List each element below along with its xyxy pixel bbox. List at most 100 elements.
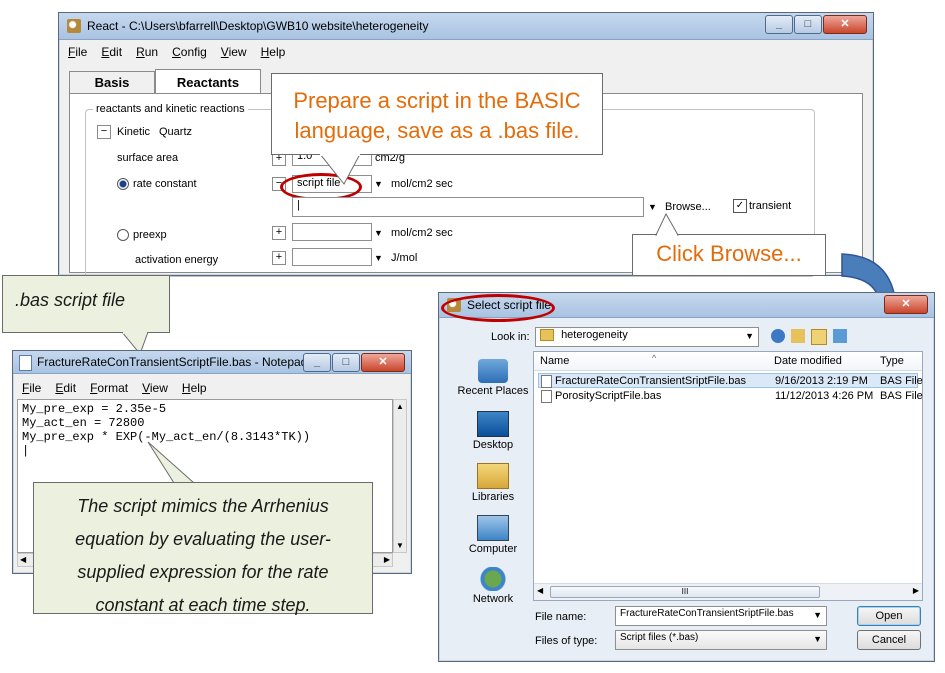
menu-edit[interactable]: Edit xyxy=(94,43,129,61)
notepad-app-icon xyxy=(19,355,32,371)
preexp-plus-button[interactable]: + xyxy=(272,226,286,240)
menu-file[interactable]: File xyxy=(61,43,94,61)
minimize-button[interactable]: _ xyxy=(765,15,793,34)
column-name[interactable]: Name xyxy=(540,355,569,367)
react-window-title: React - C:\Users\bfarrell\Desktop\GWB10 … xyxy=(87,19,429,33)
scroll-thumb[interactable]: III xyxy=(550,586,820,598)
text-cursor: | xyxy=(22,444,30,458)
place-libraries-label: Libraries xyxy=(471,491,515,503)
dialog-close-button[interactable]: ✕ xyxy=(884,295,928,314)
preexp-radio[interactable] xyxy=(117,229,129,241)
scroll-down-icon[interactable]: ▼ xyxy=(396,541,404,550)
files-of-type-select[interactable]: Script files (*.bas) ▼ xyxy=(615,630,827,650)
activation-energy-label: activation energy xyxy=(135,254,219,266)
look-in-label: Look in: xyxy=(491,331,530,343)
file-list[interactable]: Name ^ Date modified Type FractureRateCo… xyxy=(533,351,923,601)
file-name-input[interactable]: FractureRateConTransientSriptFile.bas ▼ xyxy=(615,606,827,626)
place-computer-label: Computer xyxy=(468,543,518,555)
collapse-kinetic-button[interactable]: − xyxy=(97,125,111,139)
notepad-menu-format[interactable]: Format xyxy=(83,379,135,397)
notepad-minimize-button[interactable]: _ xyxy=(303,353,331,372)
menu-config[interactable]: Config xyxy=(165,43,214,61)
menu-run[interactable]: Run xyxy=(129,43,165,61)
table-row[interactable]: FractureRateConTransientSriptFile.bas 9/… xyxy=(538,373,923,388)
scroll-right-icon[interactable]: ▶ xyxy=(913,586,919,595)
open-button-label: Open xyxy=(875,610,903,622)
notepad-menubar: File Edit Format View Help xyxy=(15,379,409,397)
file-type-cell: BAS File xyxy=(880,390,923,402)
code-line: My_act_en = 72800 xyxy=(22,416,145,430)
new-folder-icon[interactable] xyxy=(811,329,827,345)
desktop-icon xyxy=(477,411,509,437)
rate-constant-radio[interactable] xyxy=(117,178,129,190)
mimics-note-pointer xyxy=(147,441,196,484)
view-menu-icon[interactable] xyxy=(833,329,847,343)
notepad-menu-edit[interactable]: Edit xyxy=(48,379,83,397)
file-name-dropdown-icon[interactable]: ▼ xyxy=(813,610,822,620)
prepare-script-pointer xyxy=(319,154,361,185)
menu-view[interactable]: View xyxy=(214,43,254,61)
table-row[interactable]: PorosityScriptFile.bas 11/12/2013 4:26 P… xyxy=(538,389,923,404)
notepad-menu-view[interactable]: View xyxy=(135,379,175,397)
scroll-left-icon[interactable]: ◀ xyxy=(537,586,543,595)
place-libraries[interactable]: Libraries xyxy=(445,463,541,503)
place-desktop-label: Desktop xyxy=(472,439,514,451)
script-path-input[interactable]: | xyxy=(292,197,644,217)
up-folder-icon[interactable] xyxy=(791,329,805,343)
recent-places-icon xyxy=(478,359,508,383)
scroll-up-icon[interactable]: ▲ xyxy=(396,402,404,411)
react-titlebar[interactable]: React - C:\Users\bfarrell\Desktop\GWB10 … xyxy=(59,13,873,40)
place-recent-label: Recent Places xyxy=(457,385,529,397)
sort-indicator-icon: ^ xyxy=(652,353,657,363)
back-icon[interactable] xyxy=(771,329,785,343)
select-script-dialog: Select script file ✕ Look in: heterogene… xyxy=(438,292,935,662)
tab-basis[interactable]: Basis xyxy=(69,71,155,94)
maximize-button[interactable]: □ xyxy=(794,15,822,34)
file-list-hscrollbar[interactable]: ◀ III ▶ xyxy=(534,583,922,600)
bas-script-file-text: .bas script file xyxy=(15,290,126,310)
place-computer[interactable]: Computer xyxy=(445,515,541,555)
look-in-select[interactable]: heterogeneity ▼ xyxy=(535,327,759,347)
files-of-type-value: Script files (*.bas) xyxy=(620,632,699,643)
preexp-dropdown-icon[interactable]: ▼ xyxy=(374,228,383,238)
notepad-close-button[interactable]: ✕ xyxy=(361,353,405,372)
look-in-dropdown-icon[interactable]: ▼ xyxy=(745,331,754,341)
scroll-right-icon[interactable]: ▶ xyxy=(384,555,390,564)
file-type-cell: BAS File xyxy=(880,375,923,387)
files-of-type-dropdown-icon[interactable]: ▼ xyxy=(813,634,822,644)
place-network-label: Network xyxy=(472,593,514,605)
transient-checkbox[interactable]: ✓ xyxy=(733,199,747,213)
close-button[interactable]: ✕ xyxy=(823,15,867,34)
activation-energy-dropdown-icon[interactable]: ▼ xyxy=(374,253,383,263)
notepad-menu-help[interactable]: Help xyxy=(175,379,214,397)
notepad-vertical-scrollbar[interactable]: ▲ ▼ xyxy=(393,399,407,553)
mimics-note-callout: The script mimics the Arrhenius equation… xyxy=(33,482,373,615)
cancel-button[interactable]: Cancel xyxy=(857,630,921,650)
preexp-label: preexp xyxy=(133,229,167,241)
column-type[interactable]: Type xyxy=(880,355,904,367)
menu-help[interactable]: Help xyxy=(254,43,293,61)
place-network[interactable]: Network xyxy=(445,567,541,605)
activation-energy-input[interactable] xyxy=(292,248,372,266)
column-date-modified[interactable]: Date modified xyxy=(774,355,842,367)
open-button[interactable]: Open xyxy=(857,606,921,626)
prepare-script-callout: Prepare a script in the BASIC language, … xyxy=(271,73,603,155)
tab-reactants[interactable]: Reactants xyxy=(155,69,261,95)
computer-icon xyxy=(477,515,509,541)
prepare-script-text: Prepare a script in the BASIC language, … xyxy=(293,88,581,143)
place-desktop[interactable]: Desktop xyxy=(445,411,541,451)
preexp-input[interactable] xyxy=(292,223,372,241)
file-name-value: FractureRateConTransientSriptFile.bas xyxy=(620,608,794,619)
file-name-cell: PorosityScriptFile.bas xyxy=(555,390,662,402)
scroll-left-icon[interactable]: ◀ xyxy=(20,555,26,564)
rate-constant-label: rate constant xyxy=(133,178,197,190)
script-path-dropdown-icon[interactable]: ▼ xyxy=(648,202,657,212)
file-date-cell: 11/12/2013 4:26 PM xyxy=(775,390,874,402)
notepad-menu-file[interactable]: File xyxy=(15,379,48,397)
activation-energy-plus-button[interactable]: + xyxy=(272,251,286,265)
click-browse-callout: Click Browse... xyxy=(632,234,826,276)
notepad-titlebar[interactable]: FractureRateConTransientScriptFile.bas -… xyxy=(13,351,411,374)
preexp-unit: mol/cm2 sec xyxy=(391,227,453,239)
place-recent[interactable]: Recent Places xyxy=(445,359,541,397)
notepad-maximize-button[interactable]: □ xyxy=(332,353,360,372)
